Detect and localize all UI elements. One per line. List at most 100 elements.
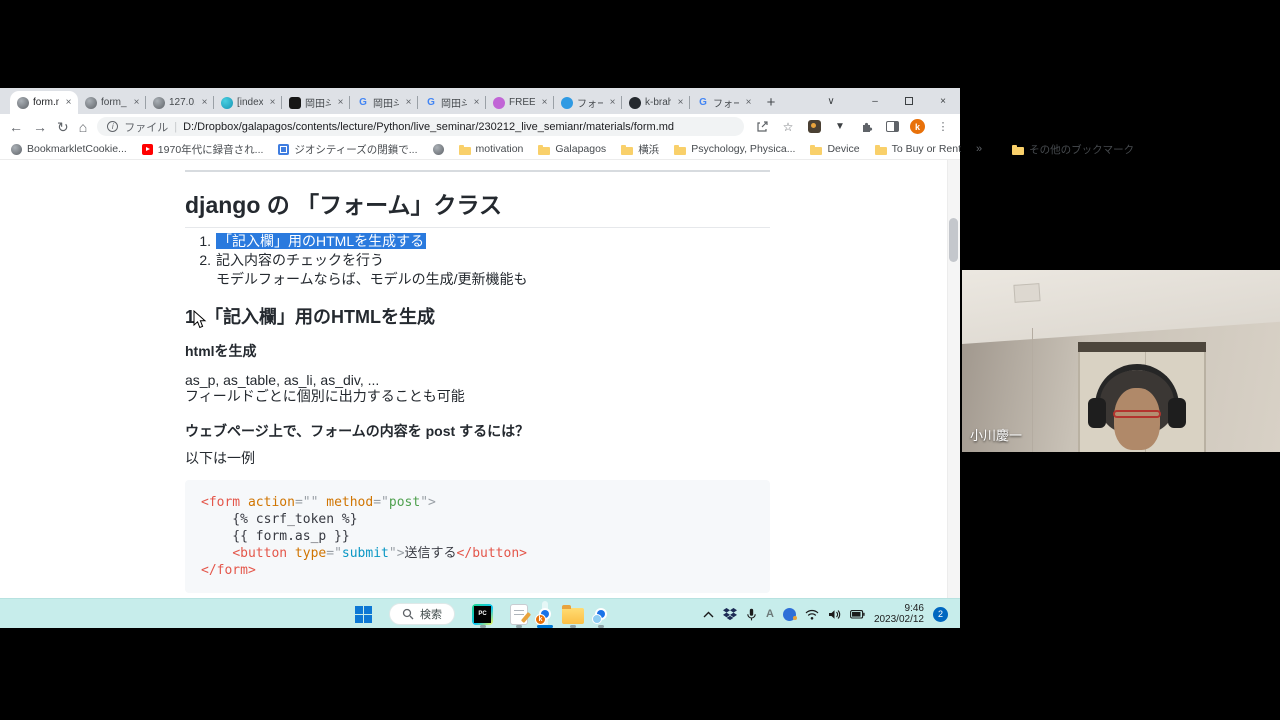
wifi-icon[interactable] bbox=[805, 609, 819, 620]
tab-close-icon[interactable]: × bbox=[403, 97, 414, 108]
tab-close-icon[interactable]: × bbox=[267, 97, 278, 108]
start-button[interactable] bbox=[352, 599, 375, 629]
tab-search-icon[interactable]: ∨ bbox=[814, 88, 848, 114]
taskbar-clock[interactable]: 9:46 2023/02/12 bbox=[874, 603, 924, 625]
microphone-icon[interactable] bbox=[746, 608, 757, 621]
clock-time: 9:46 bbox=[874, 603, 924, 614]
bookmark-item[interactable]: Device bbox=[810, 143, 859, 155]
minimize-button[interactable]: – bbox=[858, 88, 892, 114]
scrollbar-thumb[interactable] bbox=[949, 218, 958, 262]
bookmark-item[interactable]: Psychology, Physica... bbox=[674, 143, 795, 155]
new-tab-button[interactable]: + bbox=[758, 91, 784, 114]
taskbar-chrome-secondary[interactable] bbox=[598, 599, 604, 629]
code-line: </form> bbox=[201, 562, 754, 579]
taskbar-chrome[interactable]: k bbox=[542, 601, 548, 627]
close-button[interactable]: × bbox=[926, 88, 960, 114]
v-extension-icon[interactable]: ▼ bbox=[832, 119, 848, 135]
taskbar-pycharm[interactable]: PC bbox=[469, 599, 496, 629]
scrollbar[interactable] bbox=[947, 160, 960, 598]
tab-close-icon[interactable]: × bbox=[675, 97, 686, 108]
profile-avatar[interactable]: k bbox=[910, 119, 925, 134]
forward-icon[interactable]: → bbox=[33, 120, 47, 134]
extensions-puzzle-icon[interactable] bbox=[858, 119, 874, 135]
participant-video: 小川慶一 bbox=[962, 270, 1280, 452]
app-tray-icon[interactable] bbox=[783, 608, 796, 621]
other-bookmarks-button[interactable]: その他のブックマーク bbox=[1012, 142, 1134, 157]
ceiling-vent bbox=[1013, 283, 1040, 303]
browser-tab[interactable]: フォーラ× bbox=[554, 91, 622, 114]
bookmarks-overflow-icon[interactable]: » bbox=[976, 143, 982, 155]
tab-close-icon[interactable]: × bbox=[199, 97, 210, 108]
bookmark-item[interactable]: ジオシティーズの閉鎖で... bbox=[278, 142, 417, 157]
back-icon[interactable]: ← bbox=[9, 120, 23, 134]
taskbar-notepad[interactable] bbox=[507, 599, 531, 629]
browser-tab[interactable]: [index × bbox=[214, 91, 282, 114]
tab-close-icon[interactable]: × bbox=[63, 97, 74, 108]
tab-close-icon[interactable]: × bbox=[743, 97, 754, 108]
browser-tab[interactable]: G岡田斗× bbox=[350, 91, 418, 114]
browser-tab[interactable]: k-brah× bbox=[622, 91, 690, 114]
list-text: 記入内容のチェックを行う bbox=[216, 252, 384, 268]
taskbar-search[interactable]: 検索 bbox=[386, 599, 458, 629]
tab-close-icon[interactable]: × bbox=[539, 97, 550, 108]
browser-tab[interactable]: form_p× bbox=[78, 91, 146, 114]
tab-title: form.n bbox=[33, 97, 59, 108]
tab-close-icon[interactable]: × bbox=[131, 97, 142, 108]
browser-tab-strip: form.n×form_p×127.0.×[index×岡田斗×G岡田斗×G岡田… bbox=[0, 88, 960, 114]
other-bookmarks-label: その他のブックマーク bbox=[1029, 142, 1134, 157]
tab-close-icon[interactable]: × bbox=[335, 97, 346, 108]
globe-icon bbox=[11, 144, 22, 155]
battery-icon[interactable] bbox=[850, 610, 865, 619]
bookmarks-bar: BookmarkletCookie... 1970年代に録音され... ジオシティー… bbox=[0, 139, 960, 160]
browser-menu-icon[interactable]: ⋮ bbox=[935, 119, 951, 135]
notification-count-badge[interactable]: 2 bbox=[933, 607, 948, 622]
list-number: 2. bbox=[195, 251, 211, 289]
bookmark-item[interactable]: 横浜 bbox=[621, 142, 659, 157]
bookmark-item[interactable]: BookmarkletCookie... bbox=[11, 143, 127, 155]
bookmark-label: 横浜 bbox=[638, 142, 659, 157]
side-panel-icon[interactable] bbox=[884, 119, 900, 135]
tab-title: [index bbox=[237, 97, 263, 108]
reload-icon[interactable]: ↻ bbox=[57, 120, 69, 134]
bookmark-item[interactable]: To Buy or Rent bbox=[875, 143, 961, 155]
share-icon[interactable] bbox=[754, 119, 770, 135]
address-scheme-label: ファイル bbox=[124, 119, 168, 135]
dropbox-icon[interactable] bbox=[723, 608, 737, 621]
headphone-right-cup bbox=[1168, 398, 1186, 428]
volume-icon[interactable] bbox=[828, 609, 841, 620]
screenshot-extension-icon[interactable] bbox=[806, 119, 822, 135]
tab-close-icon[interactable]: × bbox=[607, 97, 618, 108]
browser-tab[interactable]: form.n × bbox=[10, 91, 78, 114]
pycharm-icon: PC bbox=[472, 604, 493, 625]
paragraph: as_p, as_table, as_li, as_div, ... bbox=[185, 372, 770, 388]
bookmark-item[interactable] bbox=[433, 144, 444, 155]
folder-icon bbox=[875, 147, 887, 155]
taskbar-explorer[interactable] bbox=[559, 599, 587, 629]
page-info-icon[interactable]: i bbox=[107, 121, 118, 132]
bookmark-item[interactable]: 1970年代に録音され... bbox=[142, 142, 264, 157]
selected-text: 「記入欄」用のHTMLを生成する bbox=[216, 233, 426, 249]
browser-tab[interactable]: 127.0. × bbox=[146, 91, 214, 114]
bookmark-item[interactable]: Galapagos bbox=[538, 143, 606, 155]
bookmark-label: 1970年代に録音され... bbox=[158, 142, 264, 157]
browser-tab[interactable]: FREEe× bbox=[486, 91, 554, 114]
bookmark-star-icon[interactable]: ☆ bbox=[780, 119, 796, 135]
folder-icon bbox=[621, 147, 633, 155]
tab-close-icon[interactable]: × bbox=[471, 97, 482, 108]
browser-tab[interactable]: G岡田斗× bbox=[418, 91, 486, 114]
tab-title: 127.0. bbox=[169, 97, 195, 108]
home-icon[interactable]: ⌂ bbox=[79, 120, 87, 134]
hidden-icons-chevron[interactable] bbox=[703, 611, 714, 618]
maximize-button[interactable] bbox=[892, 88, 926, 114]
taskbar-center: 検索 PC k bbox=[352, 599, 604, 629]
google-favicon: G bbox=[425, 97, 437, 109]
bookmark-item[interactable]: motivation bbox=[459, 143, 524, 155]
browser-tab[interactable]: 岡田斗× bbox=[282, 91, 350, 114]
browser-tab[interactable]: Gフォーマ× bbox=[690, 91, 758, 114]
ime-indicator[interactable]: A bbox=[766, 608, 774, 620]
page-content: django の 「フォーム」クラス 1. 「記入欄」用のHTMLを生成する 2… bbox=[0, 160, 960, 598]
page-title: django の 「フォーム」クラス bbox=[185, 186, 770, 228]
bookmark-label: motivation bbox=[476, 143, 524, 155]
system-tray: A 9:46 2023/02/12 2 bbox=[703, 599, 948, 629]
address-bar[interactable]: i ファイル | D:/Dropbox/galapagos/contents/l… bbox=[97, 117, 744, 136]
